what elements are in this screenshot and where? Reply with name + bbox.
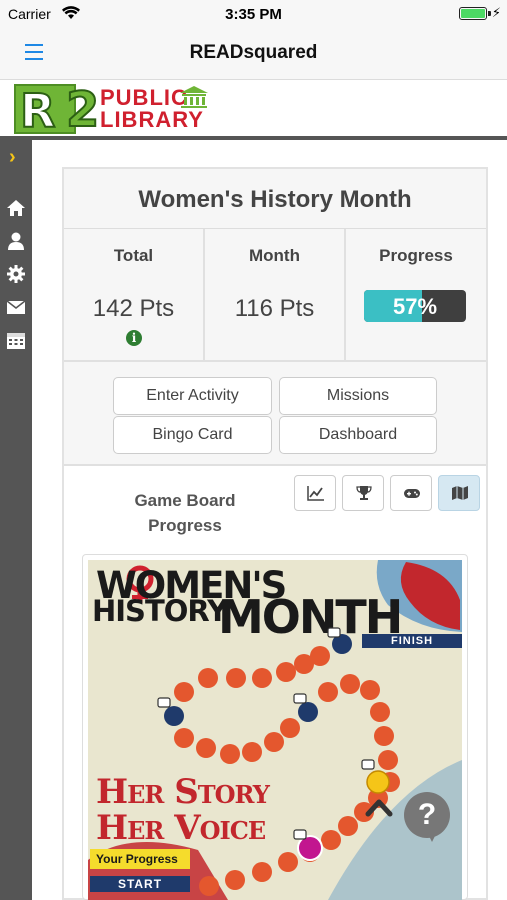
trophy-view-button[interactable] bbox=[342, 475, 384, 511]
progress-label: Progress bbox=[379, 246, 453, 265]
logo-letter: R bbox=[19, 83, 56, 139]
map-view-button[interactable] bbox=[438, 475, 480, 511]
board-path bbox=[157, 627, 400, 896]
total-points-cell: Total 142 Pts i bbox=[64, 229, 205, 362]
board-space bbox=[199, 876, 219, 896]
chart-view-button[interactable] bbox=[294, 475, 336, 511]
board-space bbox=[321, 830, 341, 850]
board-space bbox=[338, 816, 358, 836]
board-space bbox=[225, 870, 245, 890]
comment-bubble-icon[interactable] bbox=[361, 759, 375, 770]
status-bar: Carrier 3:35 PM ⚡ bbox=[0, 0, 507, 28]
gamepad-icon bbox=[404, 489, 420, 498]
comment-bubble-icon[interactable] bbox=[293, 829, 307, 840]
month-label: Month bbox=[249, 246, 300, 265]
month-points-cell: Month 116 Pts bbox=[205, 229, 346, 362]
board-space bbox=[242, 742, 262, 762]
logo-number: 2 bbox=[65, 81, 100, 139]
missions-button[interactable]: Missions bbox=[279, 377, 437, 415]
board-space bbox=[276, 662, 296, 682]
avatar-marker[interactable] bbox=[366, 770, 390, 794]
board-space bbox=[360, 680, 380, 700]
nav-bar: READsquared bbox=[0, 28, 507, 80]
board-space bbox=[220, 744, 240, 764]
board-space bbox=[318, 682, 338, 702]
home-icon[interactable] bbox=[6, 198, 26, 218]
board-space bbox=[374, 726, 394, 746]
line-chart-icon bbox=[307, 486, 324, 501]
board-space bbox=[198, 668, 218, 688]
comment-bubble-icon[interactable] bbox=[293, 693, 307, 704]
progress-bar: 57% bbox=[364, 290, 466, 322]
board-space bbox=[264, 732, 284, 752]
game-board-title: Game Board Progress bbox=[134, 491, 236, 535]
sidebar: › bbox=[0, 140, 32, 900]
board-checkpoint bbox=[298, 702, 318, 722]
game-view-button[interactable] bbox=[390, 475, 432, 511]
board-space bbox=[252, 862, 272, 882]
gear-icon[interactable] bbox=[6, 264, 26, 284]
trophy-icon bbox=[356, 486, 372, 500]
comment-bubble-icon[interactable] bbox=[157, 697, 171, 708]
library-building-icon bbox=[180, 86, 208, 108]
board-space bbox=[252, 668, 272, 688]
info-icon[interactable]: i bbox=[126, 330, 142, 346]
total-value: 142 Pts bbox=[92, 295, 175, 322]
logo-library-text: LIBRARY bbox=[100, 107, 204, 132]
chevron-up-icon[interactable] bbox=[364, 792, 394, 822]
chevron-right-icon[interactable]: › bbox=[9, 146, 29, 168]
charging-icon: ⚡ bbox=[491, 5, 501, 20]
board-space bbox=[280, 718, 300, 738]
total-label: Total bbox=[113, 246, 154, 265]
board-space bbox=[226, 668, 246, 688]
comment-bubble-icon[interactable] bbox=[327, 627, 341, 638]
progress-cell: Progress 57% bbox=[346, 229, 486, 362]
bingo-card-button[interactable]: Bingo Card bbox=[113, 416, 272, 454]
envelope-icon[interactable] bbox=[6, 297, 26, 317]
board-space bbox=[174, 728, 194, 748]
battery-tip bbox=[488, 11, 491, 16]
game-board[interactable]: WOMEN'S HISTORY MONTH FINISH Her Story H… bbox=[88, 560, 462, 900]
calendar-icon[interactable] bbox=[6, 330, 26, 350]
map-icon bbox=[452, 486, 468, 500]
enter-activity-button[interactable]: Enter Activity bbox=[113, 377, 272, 415]
board-space bbox=[370, 702, 390, 722]
board-space bbox=[196, 738, 216, 758]
progress-percent: 57% bbox=[392, 294, 438, 319]
status-time: 3:35 PM bbox=[225, 6, 282, 23]
page-title: READsquared bbox=[189, 42, 318, 63]
month-value: 116 Pts bbox=[234, 295, 315, 322]
help-button-tail bbox=[426, 830, 438, 842]
user-icon[interactable] bbox=[6, 231, 26, 251]
board-space bbox=[378, 750, 398, 770]
board-space bbox=[340, 674, 360, 694]
board-space bbox=[174, 682, 194, 702]
program-title: Women's History Month bbox=[64, 169, 486, 229]
battery-icon bbox=[459, 7, 487, 20]
board-space bbox=[310, 646, 330, 666]
board-space bbox=[278, 852, 298, 872]
board-checkpoint bbox=[164, 706, 184, 726]
brand-divider bbox=[0, 136, 507, 140]
dashboard-button[interactable]: Dashboard bbox=[279, 416, 437, 454]
